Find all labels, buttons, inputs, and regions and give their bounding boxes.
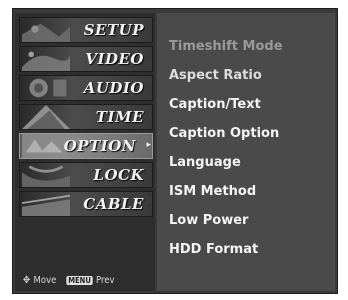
menu-item-option[interactable]: OPTION ▸ [19, 133, 153, 159]
menu-item-cable[interactable]: CABLE [19, 191, 153, 217]
option-caption-text[interactable]: Caption/Text [169, 97, 261, 112]
audio-icon [29, 78, 67, 98]
hint-prev-label: Prev [95, 275, 115, 286]
menu-item-video[interactable]: VIDEO [19, 46, 153, 72]
menu-item-time[interactable]: TIME [19, 104, 153, 130]
cable-icon [21, 194, 71, 216]
menu-item-label: VIDEO [85, 50, 144, 68]
setup-icon [22, 23, 70, 42]
menu-item-label: AUDIO [83, 79, 144, 97]
option-hdd-format[interactable]: HDD Format [169, 242, 258, 257]
hint-move-label: Move [33, 275, 57, 286]
menu-item-label: LOCK [93, 166, 144, 184]
option-language[interactable]: Language [169, 155, 241, 170]
menu-item-label: CABLE [83, 195, 144, 213]
navigation-hint: ✥ Move MENU Prev [23, 275, 115, 286]
video-icon [22, 51, 70, 71]
menu-item-lock[interactable]: LOCK [19, 162, 153, 188]
option-ism-method[interactable]: ISM Method [169, 184, 256, 199]
option-caption-option[interactable]: Caption Option [169, 126, 279, 141]
option-aspect-ratio[interactable]: Aspect Ratio [169, 68, 262, 83]
menu-item-audio[interactable]: AUDIO [19, 75, 153, 101]
menu-item-setup[interactable]: SETUP [19, 17, 153, 43]
tv-osd-menu: SETUP VIDEO AUDIO TIME OPTION ▸ LOCK CAB… [12, 8, 338, 294]
menu-key-badge: MENU [66, 276, 93, 285]
menu-item-label: OPTION [63, 137, 136, 155]
main-menu: SETUP VIDEO AUDIO TIME OPTION ▸ LOCK CAB… [15, 13, 155, 291]
move-arrows-icon: ✥ [23, 275, 31, 286]
menu-item-label: TIME [95, 108, 144, 126]
option-submenu: Timeshift Mode Aspect Ratio Caption/Text… [157, 13, 335, 291]
lock-icon [22, 165, 70, 187]
time-icon [22, 105, 70, 129]
chevron-right-icon: ▸ [146, 140, 151, 150]
menu-item-label: SETUP [83, 21, 144, 39]
option-low-power[interactable]: Low Power [169, 213, 248, 228]
option-timeshift-mode: Timeshift Mode [169, 39, 283, 54]
